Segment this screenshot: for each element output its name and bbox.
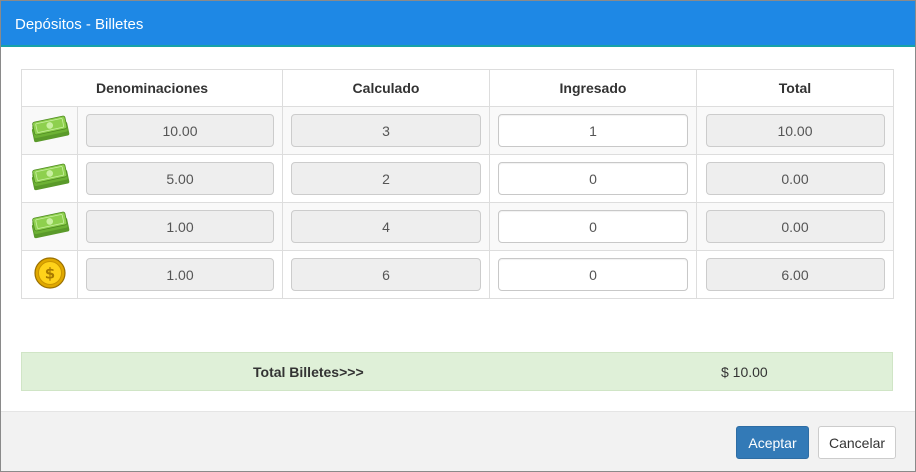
table-row: $ (21, 250, 894, 299)
row-total-field (705, 162, 885, 195)
calculated-field (291, 210, 481, 243)
table-row (21, 202, 894, 251)
entered-input[interactable] (498, 210, 688, 243)
entered-input[interactable] (498, 114, 688, 147)
svg-text:$: $ (44, 265, 54, 283)
denomination-field (86, 114, 274, 147)
banknotes-icon (28, 163, 72, 191)
calculated-field (291, 258, 481, 291)
denomination-field (86, 162, 274, 195)
entered-input[interactable] (498, 162, 688, 195)
dialog-header: Depósitos - Billetes (1, 1, 915, 47)
header-denominaciones: Denominaciones (21, 69, 283, 107)
deposit-dialog: Depósitos - Billetes Denominaciones Calc… (0, 0, 916, 472)
calculated-field (291, 162, 481, 195)
row-total-field (705, 114, 885, 147)
banknotes-icon (28, 211, 72, 239)
table-header-row: Denominaciones Calculado Ingresado Total (21, 69, 894, 107)
denomination-field (86, 210, 274, 243)
total-value: $ 10.00 (721, 364, 768, 380)
denominations-table: Denominaciones Calculado Ingresado Total (21, 69, 894, 299)
denomination-field (86, 258, 274, 291)
header-calculado: Calculado (282, 69, 490, 107)
dialog-footer: Aceptar Cancelar (1, 411, 915, 471)
accept-button[interactable]: Aceptar (736, 426, 809, 459)
total-label: Total Billetes>>> (253, 364, 364, 380)
entered-input[interactable] (498, 258, 688, 291)
cancel-button[interactable]: Cancelar (818, 426, 896, 459)
total-summary-bar: Total Billetes>>> $ 10.00 (21, 352, 893, 391)
header-ingresado: Ingresado (489, 69, 697, 107)
row-total-field (705, 258, 885, 291)
table-row (21, 106, 894, 155)
table-row (21, 154, 894, 203)
header-total: Total (696, 69, 894, 107)
coin-icon: $ (33, 256, 67, 290)
calculated-field (291, 114, 481, 147)
banknotes-icon (28, 115, 72, 143)
dialog-title: Depósitos - Billetes (15, 16, 144, 33)
row-total-field (705, 210, 885, 243)
